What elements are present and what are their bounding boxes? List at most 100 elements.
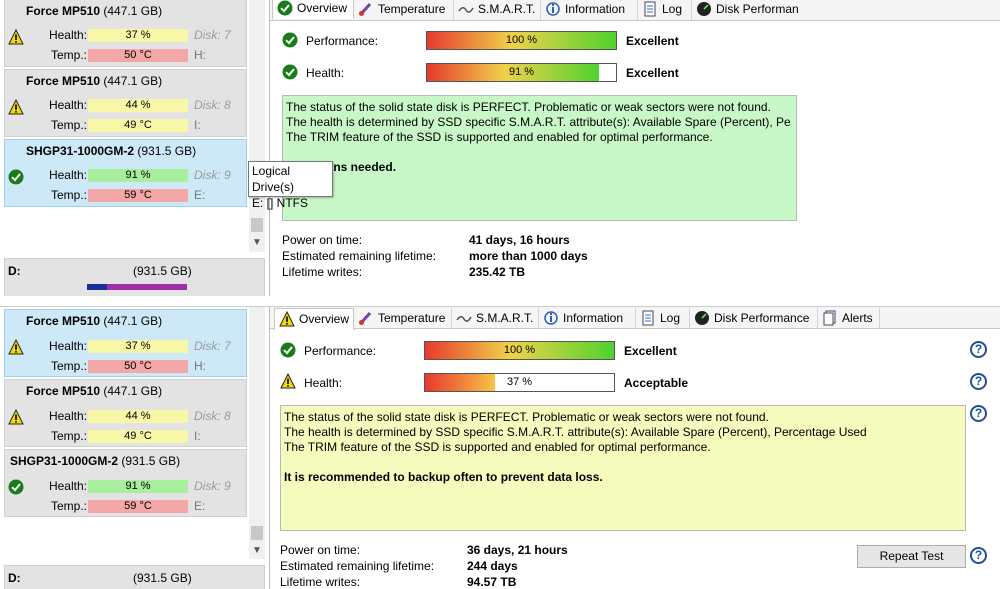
bottom-window: Force MP510 (447.1 GB) Health: 37 % Disk… [0, 306, 1000, 589]
warning-icon [8, 409, 24, 425]
health-label: Health: [48, 409, 87, 423]
volume-size: (931.5 GB) [133, 264, 192, 278]
power-on-value: 41 days, 16 hours [469, 233, 570, 247]
disk-name: Force MP510 (447.1 GB) [26, 314, 163, 328]
disk-number: Disk: 8 [194, 409, 231, 423]
drive-letter: H: [194, 359, 206, 373]
disk-number: Disk: 7 [194, 339, 231, 353]
temp-label: Temp.: [50, 429, 87, 443]
disk-number: Disk: 8 [194, 98, 231, 112]
disk-card-selected[interactable]: SHGP31-1000GM-2 (931.5 GB) Health: 91 % … [4, 139, 247, 207]
help-icon[interactable]: ? [970, 373, 987, 390]
power-on-label: Power on time: [280, 543, 361, 557]
tab-alerts[interactable]: Alerts [818, 308, 880, 329]
disk-card[interactable]: SHGP31-1000GM-2 (931.5 GB) Health: 91 % … [4, 449, 247, 517]
temp-label: Temp.: [50, 499, 87, 513]
disk-card[interactable]: Force MP510 (447.1 GB) Health: 44 % Disk… [4, 69, 247, 137]
health-verdict: Acceptable [624, 376, 689, 390]
health-bar: 44 % [88, 99, 188, 112]
health-bar: 37 % [88, 29, 188, 42]
drive-letter: I: [194, 118, 201, 132]
tab-smart[interactable]: S.M.A.R.T. [452, 308, 539, 329]
tab-information[interactable]: Information [539, 308, 636, 329]
disk-name: Force MP510 (447.1 GB) [26, 4, 163, 18]
details-panel: Overview Temperature S.M.A.R.T. Informat… [270, 307, 1000, 589]
performance-label: Performance: [304, 344, 377, 358]
status-message: The status of the solid state disk is PE… [280, 405, 966, 531]
tab-overview[interactable]: Overview [272, 0, 354, 19]
disk-list-scrollbar[interactable]: ▼ [249, 307, 265, 559]
tab-temperature[interactable]: Temperature [354, 0, 454, 20]
performance-meter: 100 % [426, 31, 617, 50]
volume-usage-bar [87, 284, 187, 290]
alerts-icon [823, 310, 836, 326]
tab-information[interactable]: Information [541, 0, 638, 20]
help-icon[interactable]: ? [970, 405, 987, 422]
lifetime-label: Estimated remaining lifetime: [282, 249, 437, 263]
tab-overview[interactable]: Overview [274, 308, 354, 330]
performance-meter: 100 % [424, 341, 615, 360]
temp-label: Temp.: [50, 359, 87, 373]
disk-number: Disk: 7 [194, 28, 231, 42]
temp-label: Temp.: [50, 118, 87, 132]
disk-number: Disk: 9 [194, 479, 231, 493]
gauge-icon [697, 2, 711, 16]
warning-icon [8, 99, 24, 115]
volume-card[interactable]: D: (931.5 GB) [4, 565, 265, 589]
lifetime-value: 244 days [467, 559, 518, 573]
repeat-test-button[interactable]: Repeat Test [857, 545, 966, 568]
health-label: Health: [306, 66, 345, 80]
tab-bar: Overview Temperature S.M.A.R.T. Informat… [270, 307, 1000, 330]
tab-temperature[interactable]: Temperature [354, 308, 452, 329]
help-icon[interactable]: ? [970, 341, 987, 358]
smart-icon [456, 316, 472, 322]
temp-bar: 50 °C [88, 360, 188, 373]
tab-log[interactable]: Log [638, 0, 692, 20]
tab-disk-performance[interactable]: Disk Performan [692, 0, 804, 20]
temp-label: Temp.: [50, 48, 87, 62]
temp-bar: 49 °C [88, 430, 188, 443]
warning-icon [279, 311, 295, 327]
health-meter: 37 % [424, 373, 615, 392]
gauge-icon [695, 311, 709, 325]
volume-card[interactable]: D: (931.5 GB) [4, 258, 265, 296]
scroll-down-icon[interactable]: ▼ [249, 544, 265, 558]
check-icon [282, 32, 298, 48]
disk-name: SHGP31-1000GM-2 (931.5 GB) [10, 454, 181, 468]
status-message: The status of the solid state disk is PE… [282, 95, 797, 221]
health-label: Health: [48, 479, 87, 493]
disk-card-selected[interactable]: Force MP510 (447.1 GB) Health: 37 % Disk… [4, 309, 247, 377]
tab-bar: Overview Temperature S.M.A.R.T. Informat… [270, 0, 1000, 21]
tab-disk-performance[interactable]: Disk Performance [690, 308, 818, 329]
scrollbar-thumb[interactable] [251, 218, 263, 232]
drive-letter: E: [194, 188, 206, 202]
check-icon [282, 64, 298, 80]
check-icon [277, 0, 293, 16]
disk-list-scrollbar[interactable]: ▼ [249, 0, 265, 252]
disk-number: Disk: 9 [194, 168, 231, 182]
scroll-down-icon[interactable]: ▼ [249, 236, 265, 250]
health-bar: 37 % [88, 340, 188, 353]
health-label: Health: [48, 28, 87, 42]
scrollbar-thumb[interactable] [251, 526, 263, 540]
writes-value: 94.57 TB [467, 575, 517, 589]
disk-card[interactable]: Force MP510 (447.1 GB) Health: 44 % Disk… [4, 379, 247, 447]
tab-log[interactable]: Log [636, 308, 690, 329]
smart-icon [458, 7, 474, 13]
disk-name: Force MP510 (447.1 GB) [26, 384, 163, 398]
help-icon[interactable]: ? [970, 547, 987, 564]
info-icon [544, 311, 558, 325]
temp-bar: 59 °C [88, 500, 188, 513]
drive-letter: E: [194, 499, 206, 513]
health-bar: 91 % [88, 480, 188, 493]
temp-label: Temp.: [50, 188, 87, 202]
power-on-label: Power on time: [282, 233, 363, 247]
disk-list-panel: Force MP510 (447.1 GB) Health: 37 % Disk… [0, 307, 270, 589]
tab-smart[interactable]: S.M.A.R.T. [454, 0, 541, 20]
disk-card[interactable]: Force MP510 (447.1 GB) Health: 37 % Disk… [4, 0, 247, 67]
check-icon [280, 342, 296, 358]
writes-label: Lifetime writes: [282, 265, 363, 279]
details-panel: Overview Temperature S.M.A.R.T. Informat… [270, 0, 1000, 296]
volume-size: (931.5 GB) [133, 571, 192, 585]
health-label: Health: [48, 339, 87, 353]
